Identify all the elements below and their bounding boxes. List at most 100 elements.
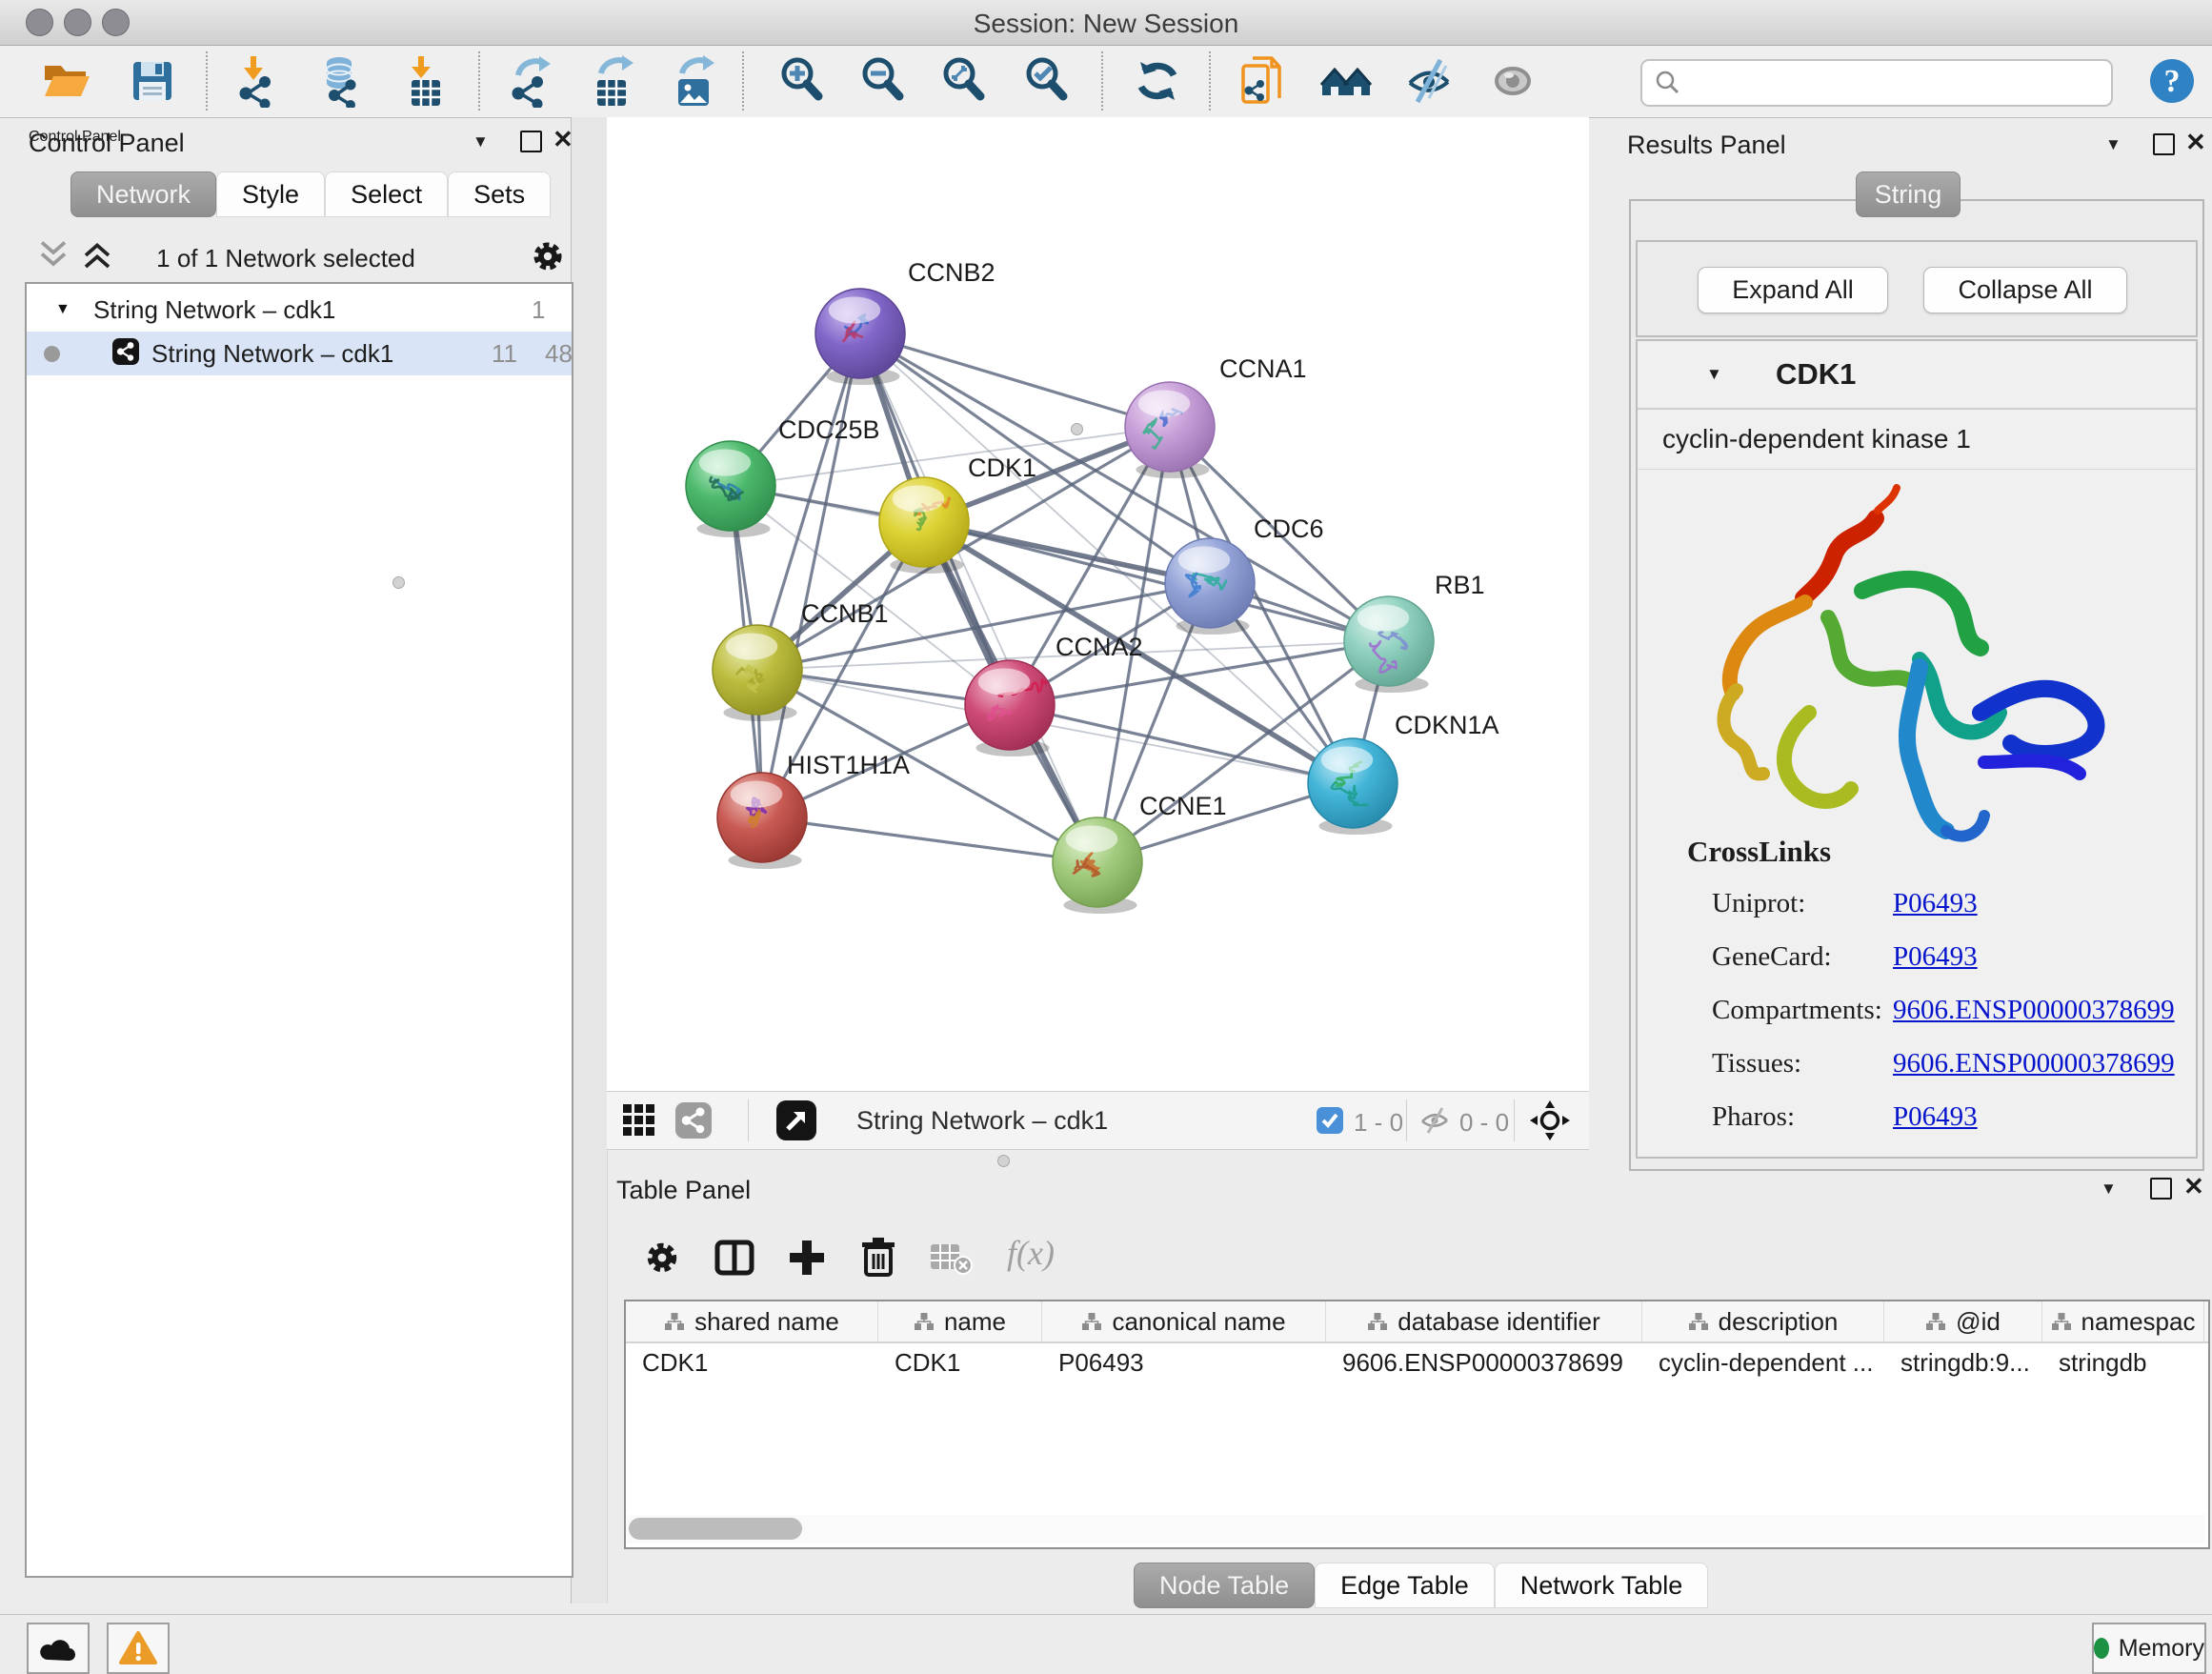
crosslink-link[interactable]: P06493: [1893, 941, 1978, 973]
add-column-icon[interactable]: [786, 1237, 828, 1283]
tab-select[interactable]: Select: [325, 171, 448, 217]
scrollbar-thumb[interactable]: [629, 1518, 802, 1540]
network-node-HIST1H1A[interactable]: HIST1H1A: [717, 751, 910, 869]
table-cell[interactable]: stringdb:9...: [1884, 1343, 2042, 1382]
collapse-panel-icon[interactable]: ▼: [2101, 1180, 2117, 1199]
save-session-icon[interactable]: [126, 54, 179, 108]
network-node-CCNA1[interactable]: CCNA1: [1125, 354, 1307, 478]
crosslink-link[interactable]: 9606.ENSP00000378699: [1893, 995, 2175, 1026]
selected-checkbox-icon[interactable]: [1317, 1107, 1343, 1139]
collapse-section-icon[interactable]: ▼: [1706, 365, 1722, 384]
network-share-icon[interactable]: [675, 1102, 712, 1143]
float-panel-icon[interactable]: [520, 131, 542, 152]
search-field[interactable]: [1640, 59, 2113, 107]
show-columns-icon[interactable]: [714, 1237, 755, 1283]
import-table-icon[interactable]: [400, 54, 453, 108]
splitter-handle-dot[interactable]: [1071, 423, 1083, 435]
crosslink-link[interactable]: 9606.ENSP00000378699: [1893, 1048, 2175, 1079]
tree-expand-arrow-icon[interactable]: ▼: [55, 301, 70, 318]
export-image-icon[interactable]: [669, 54, 722, 108]
tab-network[interactable]: Network: [70, 171, 216, 217]
crosslink-link[interactable]: P06493: [1893, 1101, 1978, 1133]
export-table-icon[interactable]: [588, 54, 641, 108]
network-edge[interactable]: [860, 333, 1097, 862]
network-node-CDK1[interactable]: CDK1: [879, 454, 1036, 574]
close-panel-icon[interactable]: ✕: [2185, 128, 2206, 157]
zoom-fit-icon[interactable]: [938, 54, 992, 108]
gene-header-row[interactable]: ▼ CDK1: [1638, 341, 2196, 410]
birdseye-navigator-icon[interactable]: [1529, 1099, 1571, 1146]
collapse-all-button[interactable]: Collapse All: [1923, 267, 2127, 313]
import-network-file-icon[interactable]: [232, 54, 286, 108]
tab-network-table[interactable]: Network Table: [1495, 1563, 1709, 1608]
home-icon[interactable]: [1319, 54, 1373, 108]
close-panel-icon[interactable]: ✕: [2183, 1172, 2204, 1201]
zoom-selected-icon[interactable]: [1021, 54, 1075, 108]
network-collection-row[interactable]: ▼ String Network – cdk1 1: [27, 288, 572, 332]
network-edge[interactable]: [1010, 705, 1353, 783]
float-panel-icon[interactable]: [2153, 133, 2175, 155]
hide-panels-eye-slash-icon[interactable]: [1402, 54, 1456, 108]
tab-node-table[interactable]: Node Table: [1134, 1563, 1315, 1608]
help-icon[interactable]: ?: [2145, 54, 2199, 108]
delete-column-trash-icon[interactable]: [856, 1235, 900, 1283]
splitter-handle-dot[interactable]: [997, 1155, 1010, 1167]
open-view-external-icon[interactable]: [776, 1100, 816, 1145]
column-header-@id[interactable]: @id: [1884, 1301, 2042, 1341]
network-edge[interactable]: [860, 333, 1170, 427]
warnings-button[interactable]: [107, 1623, 170, 1674]
column-header-name[interactable]: name: [878, 1301, 1042, 1341]
table-row[interactable]: CDK1CDK1P064939606.ENSP00000378699cyclin…: [626, 1343, 2208, 1382]
search-input[interactable]: [1690, 69, 2111, 97]
collapse-all-tree-icon[interactable]: [36, 239, 70, 276]
network-node-CCNB1[interactable]: CCNB1: [713, 599, 889, 721]
tab-string[interactable]: String: [1856, 171, 1961, 217]
column-header-database-identifier[interactable]: database identifier: [1326, 1301, 1642, 1341]
network-node-CDC6[interactable]: CDC6: [1165, 514, 1324, 635]
export-network-icon[interactable]: [505, 54, 558, 108]
network-node-CDC25B[interactable]: CDC25B: [686, 415, 880, 537]
column-header-shared-name[interactable]: shared name: [626, 1301, 878, 1341]
table-cell[interactable]: cyclin-dependent ...: [1642, 1343, 1884, 1382]
table-cell[interactable]: P06493: [1042, 1343, 1326, 1382]
refresh-icon[interactable]: [1131, 54, 1184, 108]
hidden-eye-slash-icon[interactable]: [1418, 1106, 1451, 1140]
table-options-gear-icon[interactable]: [641, 1237, 683, 1283]
delete-table-icon[interactable]: [929, 1240, 973, 1281]
network-node-RB1[interactable]: RB1: [1344, 571, 1485, 693]
table-cell[interactable]: CDK1: [878, 1343, 1042, 1382]
zoom-out-icon[interactable]: [857, 54, 911, 108]
table-horizontal-scrollbar[interactable]: [627, 1515, 2205, 1543]
table-cell[interactable]: 9606.ENSP00000378699: [1326, 1343, 1642, 1382]
float-panel-icon[interactable]: [2150, 1178, 2172, 1200]
import-network-database-icon[interactable]: [314, 54, 368, 108]
close-panel-icon[interactable]: ✕: [553, 125, 573, 154]
network-canvas[interactable]: CCNB2CCNA1CDC25BCDK1CDC6RB1CCNB1CCNA2CDK…: [607, 117, 1589, 1091]
crosslink-link[interactable]: P06493: [1893, 888, 1978, 919]
zoom-in-icon[interactable]: [776, 54, 830, 108]
expand-all-tree-icon[interactable]: [80, 239, 114, 276]
memory-button[interactable]: Memory: [2092, 1623, 2206, 1674]
network-node-CCNE1[interactable]: CCNE1: [1053, 792, 1227, 914]
open-session-icon[interactable]: [40, 54, 93, 108]
clone-network-icon[interactable]: [1236, 54, 1289, 108]
show-panels-eye-icon[interactable]: [1486, 54, 1539, 108]
tab-sets[interactable]: Sets: [448, 171, 551, 217]
expand-all-button[interactable]: Expand All: [1698, 267, 1888, 313]
column-header-description[interactable]: description: [1642, 1301, 1884, 1341]
network-node-CDKN1A[interactable]: CDKN1A: [1308, 711, 1499, 835]
tab-edge-table[interactable]: Edge Table: [1315, 1563, 1495, 1608]
control-panel-splitter[interactable]: [571, 117, 608, 1603]
grid-view-icon[interactable]: [622, 1103, 656, 1142]
column-header-canonical-name[interactable]: canonical name: [1042, 1301, 1326, 1341]
tab-style[interactable]: Style: [216, 171, 325, 217]
cloud-button[interactable]: [27, 1623, 90, 1674]
collapse-panel-icon[interactable]: ▼: [2105, 135, 2122, 154]
table-cell[interactable]: CDK1: [626, 1343, 878, 1382]
collapse-panel-icon[interactable]: ▼: [473, 132, 489, 151]
splitter-handle-dot[interactable]: [392, 576, 405, 589]
network-row-selected[interactable]: String Network – cdk1 11 48: [27, 332, 572, 375]
table-cell[interactable]: stringdb: [2042, 1343, 2204, 1382]
network-options-gear-icon[interactable]: [528, 236, 568, 281]
column-header-namespac[interactable]: namespac: [2042, 1301, 2204, 1341]
